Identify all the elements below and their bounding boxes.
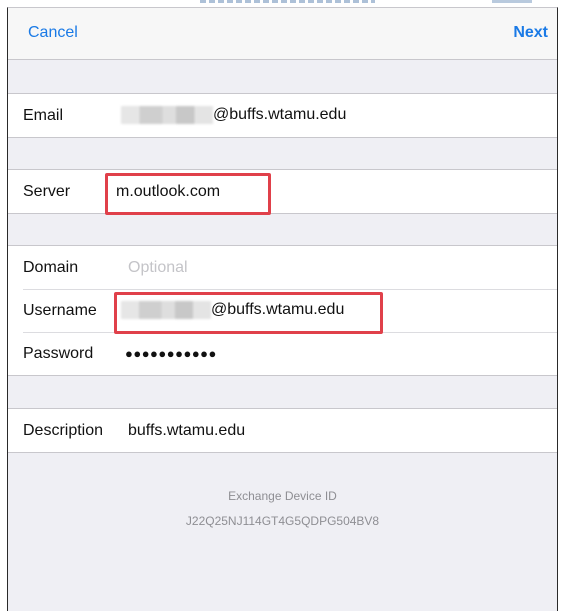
email-row[interactable]: Email @buffs.wtamu.edu (8, 94, 557, 137)
email-group: Email @buffs.wtamu.edu (8, 93, 557, 138)
password-field[interactable]: ●●●●●●●●●●● (125, 346, 217, 361)
cancel-button[interactable]: Cancel (28, 24, 78, 42)
email-label: Email (23, 106, 64, 124)
exchange-account-sheet: Cancel Next Email @buffs.wtamu.edu Serve… (7, 7, 558, 611)
email-field[interactable]: @buffs.wtamu.edu (121, 106, 347, 125)
background-window-title-fragment (200, 0, 375, 3)
password-row[interactable]: Password ●●●●●●●●●●● (8, 332, 557, 375)
description-group: Description buffs.wtamu.edu (8, 408, 557, 453)
server-row[interactable]: Server m.outlook.com (8, 170, 557, 213)
device-id-title: Exchange Device ID (228, 489, 337, 503)
background-window-button-fragment (492, 0, 532, 3)
description-field[interactable]: buffs.wtamu.edu (128, 422, 245, 440)
credentials-group: Domain Optional Username @buffs.wtamu.ed… (8, 245, 557, 376)
server-group: Server m.outlook.com (8, 169, 557, 214)
username-label: Username (23, 301, 97, 319)
navigation-bar: Cancel Next (8, 8, 557, 60)
domain-field[interactable]: Optional (128, 259, 188, 277)
device-id-value: J22Q25NJ114GT4G5QDPG504BV8 (185, 514, 380, 528)
username-field[interactable]: @buffs.wtamu.edu (121, 301, 345, 320)
username-domain-text: @buffs.wtamu.edu (211, 301, 345, 319)
server-field[interactable]: m.outlook.com (116, 183, 220, 201)
description-row[interactable]: Description buffs.wtamu.edu (8, 409, 557, 452)
redacted-username (121, 301, 211, 320)
next-button[interactable]: Next (513, 24, 548, 42)
description-label: Description (23, 421, 104, 439)
redacted-email-user (121, 106, 213, 125)
username-row[interactable]: Username @buffs.wtamu.edu (8, 289, 557, 332)
server-label: Server (23, 182, 71, 200)
password-label: Password (23, 344, 94, 362)
email-domain-text: @buffs.wtamu.edu (213, 106, 347, 124)
domain-label: Domain (23, 258, 79, 276)
domain-row[interactable]: Domain Optional (8, 246, 557, 289)
